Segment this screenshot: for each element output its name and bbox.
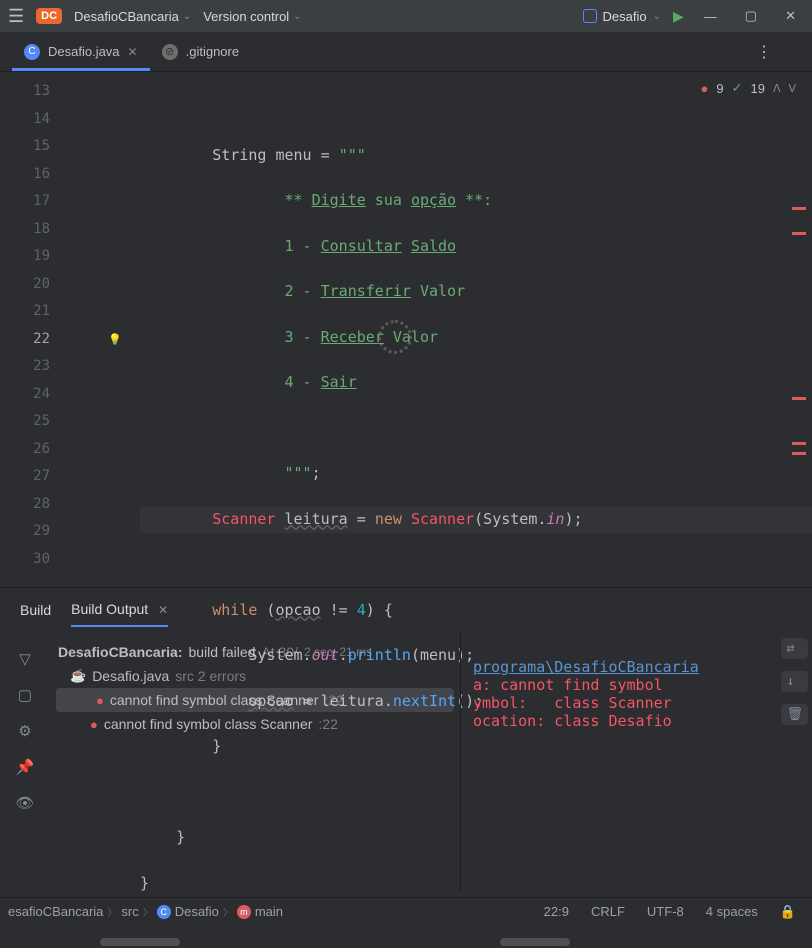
line-number: 13 — [0, 78, 50, 106]
class-icon: C — [24, 44, 40, 60]
check-icon: ✓ — [732, 80, 743, 96]
warning-count: 19 — [750, 81, 764, 96]
chevron-down-icon: ⌄ — [293, 11, 301, 22]
error-mark[interactable] — [792, 207, 806, 210]
run-config-label: Desafio — [603, 9, 647, 24]
scrollbar[interactable] — [500, 938, 570, 946]
minimize-button[interactable]: — — [696, 9, 725, 24]
error-icon: ● — [700, 81, 708, 96]
code-area[interactable]: String menu = """ ** Digite sua opção **… — [140, 72, 812, 587]
stop-icon[interactable]: ▢ — [18, 686, 32, 704]
tab-label: .gitignore — [186, 44, 239, 59]
vcs-label: Version control — [203, 9, 289, 24]
run-config-dropdown[interactable]: Desafio ⌄ — [583, 9, 661, 24]
editor[interactable]: 13 14 15 16 17 18 19 20 21 22💡 23 24 25 … — [0, 72, 812, 587]
app-icon — [583, 9, 597, 23]
error-mark[interactable] — [792, 232, 806, 235]
error-bulb-icon[interactable]: 💡 — [108, 326, 122, 354]
line-number: 16 — [0, 161, 50, 189]
line-number: 30 — [0, 546, 50, 574]
line-number: 17 — [0, 188, 50, 216]
output-line: ymbol: class Scanner — [473, 694, 672, 712]
line-number: 19 — [0, 243, 50, 271]
line-number: 29 — [0, 518, 50, 546]
tab-label: Desafio.java — [48, 44, 120, 59]
build-output[interactable]: programa\DesafioCBancaria a: cannot find… — [460, 632, 812, 892]
main-menu-icon[interactable]: ☰ — [8, 6, 24, 27]
java-icon: ☕ — [70, 668, 86, 684]
line-number: 27 — [0, 463, 50, 491]
filter-icon[interactable]: ▽ — [19, 650, 31, 668]
vcs-dropdown[interactable]: Version control ⌄ — [203, 9, 301, 24]
line-number: 23 — [0, 353, 50, 381]
error-stripe[interactable] — [780, 72, 812, 587]
eye-icon[interactable]: 👁 — [15, 794, 34, 812]
close-icon[interactable]: ✕ — [128, 45, 138, 59]
loading-spinner-icon — [378, 320, 406, 348]
titlebar: ☰ DC DesafioCBancaria ⌄ Version control … — [0, 0, 812, 32]
error-mark[interactable] — [792, 452, 806, 455]
line-number: 18 — [0, 216, 50, 244]
line-number: 28 — [0, 491, 50, 519]
crumb-item[interactable]: src — [121, 904, 138, 919]
tab-label: Build Output — [71, 601, 148, 617]
build-tab[interactable]: Build — [20, 594, 51, 626]
error-icon: ● — [96, 693, 104, 708]
line-number: 24 — [0, 381, 50, 409]
tab-desafio[interactable]: C Desafio.java ✕ — [12, 36, 150, 68]
output-line: ocation: class Desafio — [473, 712, 672, 730]
error-count: 9 — [716, 81, 723, 96]
clear-icon[interactable]: 🗑 — [781, 704, 808, 725]
crumb-item[interactable]: esafioCBancaria — [8, 904, 103, 919]
project-name: DesafioCBancaria — [74, 9, 179, 24]
line-number: 22💡 — [0, 326, 50, 354]
error-icon: ● — [90, 717, 98, 732]
line-number: 15 — [0, 133, 50, 161]
output-actions: ⇄ ↓ 🗑 — [781, 638, 808, 725]
gitignore-icon: ⊘ — [162, 44, 178, 60]
editor-tabs: C Desafio.java ✕ ⊘ .gitignore ⋮ — [0, 32, 812, 72]
project-dropdown[interactable]: DesafioCBancaria ⌄ — [74, 9, 191, 24]
line-number: 25 — [0, 408, 50, 436]
pin-icon[interactable]: 📌 — [16, 758, 35, 776]
error-mark[interactable] — [792, 397, 806, 400]
gutter: 13 14 15 16 17 18 19 20 21 22💡 23 24 25 … — [0, 72, 140, 587]
line-number: 21 — [0, 298, 50, 326]
output-link[interactable]: programa\DesafioCBancaria — [473, 658, 699, 676]
chevron-down-icon: ⌄ — [183, 11, 191, 22]
maximize-button[interactable]: ▢ — [737, 8, 765, 24]
tab-gitignore[interactable]: ⊘ .gitignore — [150, 36, 251, 68]
line-number: 26 — [0, 436, 50, 464]
line-number: 14 — [0, 106, 50, 134]
tab-more-icon[interactable]: ⋮ — [748, 42, 780, 62]
line-number: 20 — [0, 271, 50, 299]
error-mark[interactable] — [792, 442, 806, 445]
chevron-right-icon: 〉 — [107, 904, 117, 919]
settings-icon[interactable]: ⚙ — [18, 722, 31, 740]
build-sidebar: ▽ ▢ ⚙ 📌 👁 — [0, 588, 50, 897]
softwrap-icon[interactable]: ⇄ — [781, 638, 808, 659]
scrollbar[interactable] — [100, 938, 180, 946]
output-line: a: cannot find symbol — [473, 676, 663, 694]
chevron-down-icon: ⌄ — [653, 11, 661, 22]
run-icon[interactable]: ▶ — [673, 8, 684, 25]
project-badge: DC — [36, 8, 62, 24]
close-button[interactable]: ✕ — [777, 8, 804, 24]
scroll-end-icon[interactable]: ↓ — [781, 671, 808, 692]
